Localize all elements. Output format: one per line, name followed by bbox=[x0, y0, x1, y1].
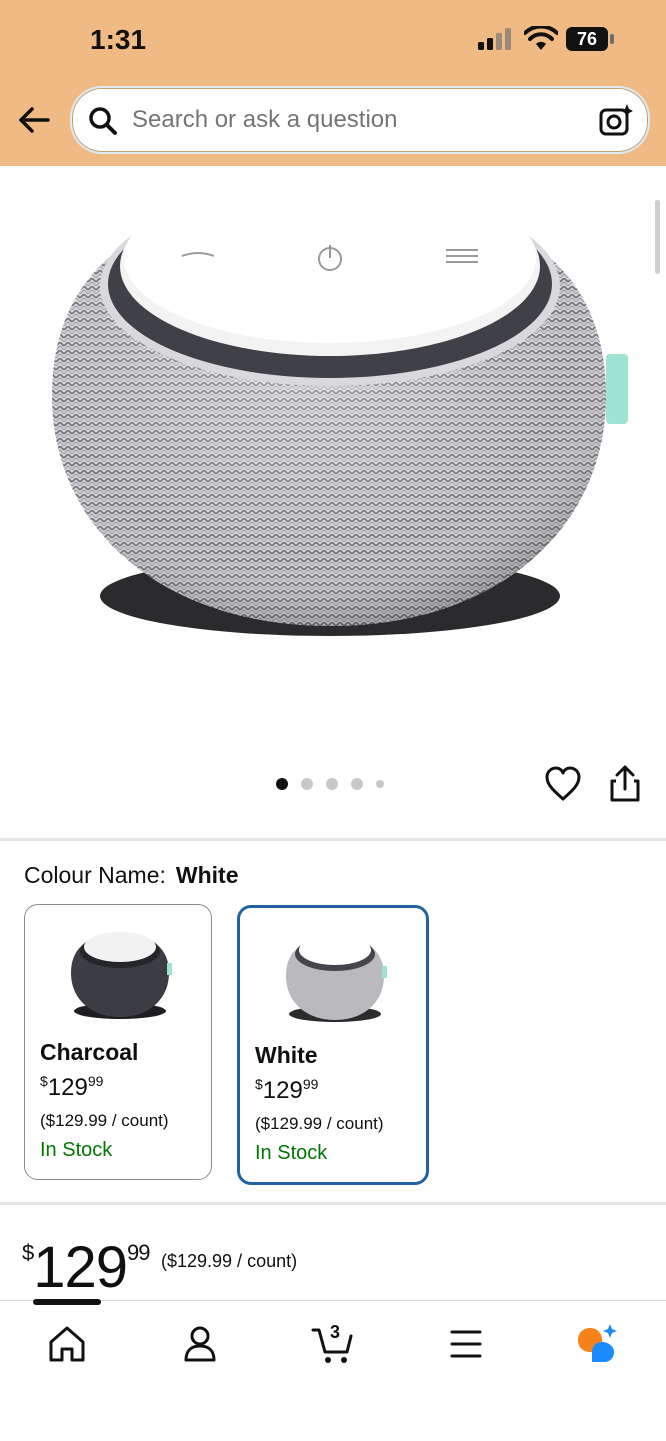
scroll-indicator bbox=[655, 200, 660, 274]
product-price: $12999 bbox=[22, 1235, 151, 1300]
colour-name-label: Colour Name: White bbox=[24, 862, 239, 889]
search-bar[interactable] bbox=[70, 86, 650, 154]
wifi-icon bbox=[524, 26, 558, 50]
header: 1:31 76 bbox=[0, 0, 666, 166]
variant-price: $12999 bbox=[255, 1076, 319, 1104]
active-tab-indicator bbox=[33, 1299, 101, 1305]
selected-colour: White bbox=[175, 862, 239, 888]
variant-stock-status: In Stock bbox=[40, 1139, 113, 1161]
heart-icon[interactable] bbox=[544, 766, 582, 802]
status-time: 1:31 bbox=[90, 24, 147, 55]
variant-thumbnail bbox=[71, 932, 172, 1019]
search-icon bbox=[89, 107, 117, 135]
carousel-dot[interactable] bbox=[301, 778, 313, 790]
carousel-dot[interactable] bbox=[326, 778, 338, 790]
variant-stock-status: In Stock bbox=[255, 1142, 328, 1164]
cart-count-badge: 3 bbox=[330, 1322, 341, 1342]
share-icon[interactable] bbox=[608, 765, 642, 803]
section-divider bbox=[0, 838, 666, 841]
variant-unit-price: ($129.99 / count) bbox=[40, 1111, 169, 1130]
product-image[interactable] bbox=[0, 166, 666, 766]
colour-label-text: Colour Name: bbox=[24, 862, 166, 888]
home-icon[interactable] bbox=[45, 1322, 89, 1366]
carousel-dot[interactable] bbox=[351, 778, 363, 790]
account-icon[interactable] bbox=[178, 1322, 222, 1366]
variant-name: White bbox=[255, 1042, 318, 1068]
variant-price: $12999 bbox=[40, 1073, 104, 1101]
search-input[interactable] bbox=[130, 100, 584, 140]
variant-unit-price: ($129.99 / count) bbox=[255, 1114, 384, 1133]
variant-option-white[interactable]: White $12999 ($129.99 / count) In Stock bbox=[237, 905, 429, 1185]
product-unit-price: ($129.99 / count) bbox=[161, 1251, 298, 1271]
cellular-signal-icon bbox=[478, 28, 511, 50]
variant-option-charcoal[interactable]: Charcoal $12999 ($129.99 / count) In Sto… bbox=[24, 904, 212, 1180]
menu-icon[interactable] bbox=[444, 1322, 488, 1366]
section-divider bbox=[0, 1202, 666, 1205]
image-carousel-dots[interactable] bbox=[276, 776, 384, 792]
battery-icon: 76 bbox=[566, 27, 616, 51]
rufus-assistant-icon[interactable] bbox=[574, 1322, 618, 1366]
variant-thumbnail bbox=[286, 935, 387, 1022]
carousel-dot[interactable] bbox=[376, 780, 384, 788]
camera-search-icon[interactable] bbox=[598, 102, 634, 138]
carousel-dot[interactable] bbox=[276, 778, 288, 790]
battery-level: 76 bbox=[576, 29, 598, 49]
back-arrow-icon[interactable] bbox=[16, 104, 52, 136]
variant-name: Charcoal bbox=[40, 1039, 139, 1065]
